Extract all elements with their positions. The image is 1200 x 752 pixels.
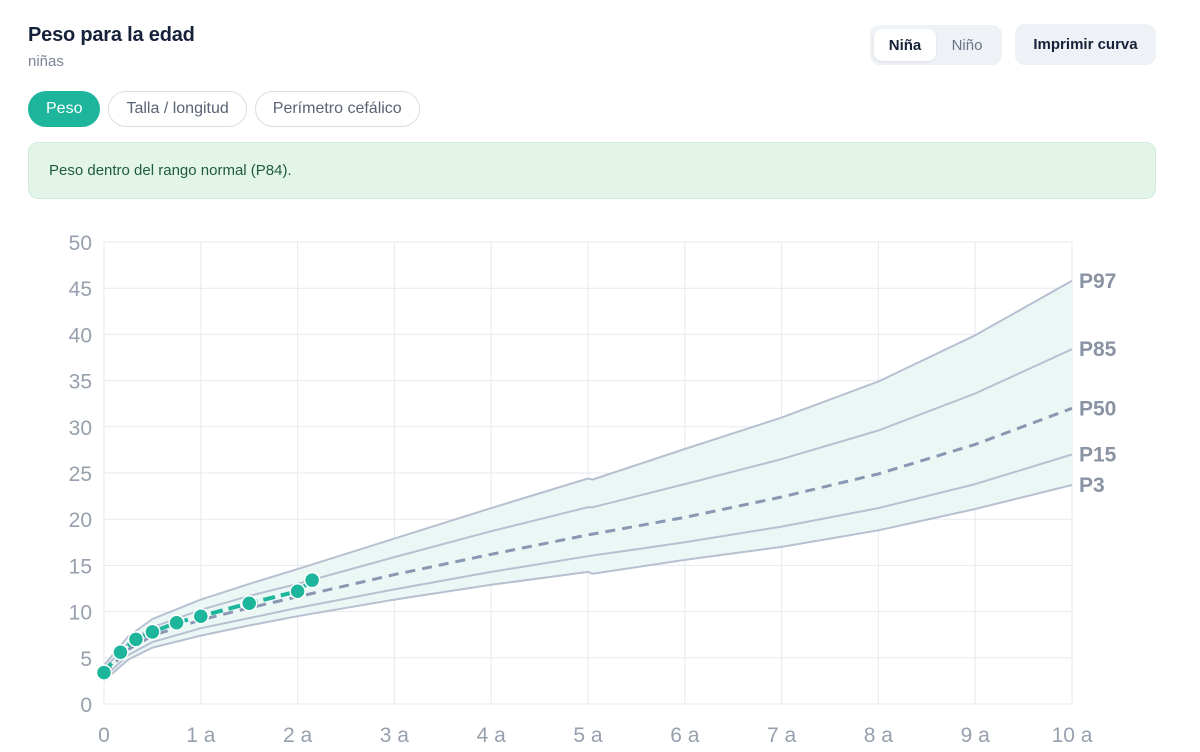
y-tick-label: 20 — [69, 509, 92, 532]
y-tick-label: 25 — [69, 463, 92, 486]
status-message: Peso dentro del rango normal (P84). — [49, 162, 292, 179]
chart-title: Peso para la edad — [28, 24, 195, 46]
growth-chart-card: Peso para la edad niñas Niña Niño Imprim… — [0, 0, 1200, 752]
y-tick-label: 30 — [69, 417, 92, 440]
patient-point — [112, 644, 129, 661]
x-tick-label: 7 a — [767, 724, 797, 747]
x-tick-label: 6 a — [670, 724, 700, 747]
y-tick-label: 40 — [69, 324, 92, 347]
label-p50: P50 — [1079, 397, 1116, 420]
y-tick-label: 15 — [69, 555, 92, 578]
status-banner: Peso dentro del rango normal (P84). — [28, 142, 1156, 199]
patient-point — [127, 631, 145, 648]
measure-tabs: Peso Talla / longitud Perímetro cefálico — [28, 91, 420, 127]
sex-option-nino[interactable]: Niño — [936, 29, 998, 61]
label-p3: P3 — [1079, 474, 1105, 497]
growth-chart-svg: P97 P85 P50 P15 P3 0 5 10 15 20 25 30 35 40 45 50 0 1 a 2 … — [69, 232, 1117, 747]
patient-point — [144, 623, 161, 641]
y-tick-label: 5 — [80, 648, 92, 671]
x-tick-label: 4 a — [477, 724, 507, 747]
label-p97: P97 — [1079, 270, 1116, 293]
x-tick-label: 3 a — [380, 724, 410, 747]
patient-point — [303, 571, 321, 589]
tab-talla-longitud[interactable]: Talla / longitud — [108, 91, 247, 127]
x-tick-label: 9 a — [961, 724, 991, 747]
x-tick-label: 5 a — [573, 724, 603, 747]
patient-point — [168, 614, 185, 631]
y-tick-label: 35 — [69, 371, 92, 394]
y-tick-label: 50 — [69, 232, 92, 255]
patient-point — [192, 607, 210, 625]
y-tick-label: 45 — [69, 278, 92, 301]
x-tick-label: 1 a — [186, 724, 216, 747]
tab-perimetro-cefalico[interactable]: Perímetro cefálico — [254, 91, 420, 127]
x-tick-label: 10 a — [1052, 724, 1093, 747]
patient-point — [95, 664, 113, 681]
y-tick-label: 0 — [80, 694, 92, 717]
sex-toggle: Niña Niño — [870, 25, 1002, 65]
x-tick-label: 0 — [98, 724, 110, 747]
y-tick-label: 10 — [69, 602, 92, 625]
growth-chart: P97 P85 P50 P15 P3 0 5 10 15 20 25 30 35 40 45 50 0 1 a 2 … — [0, 222, 1200, 752]
x-tick-label: 8 a — [864, 724, 894, 747]
patient-point — [240, 595, 258, 612]
sex-option-nina[interactable]: Niña — [874, 29, 936, 61]
chart-subtitle: niñas — [28, 53, 64, 70]
print-curve-button[interactable]: Imprimir curva — [1015, 24, 1156, 65]
x-tick-label: 2 a — [283, 724, 313, 747]
label-p85: P85 — [1079, 338, 1117, 361]
label-p15: P15 — [1079, 444, 1117, 467]
patient-point — [289, 583, 306, 600]
tab-peso[interactable]: Peso — [28, 91, 101, 127]
